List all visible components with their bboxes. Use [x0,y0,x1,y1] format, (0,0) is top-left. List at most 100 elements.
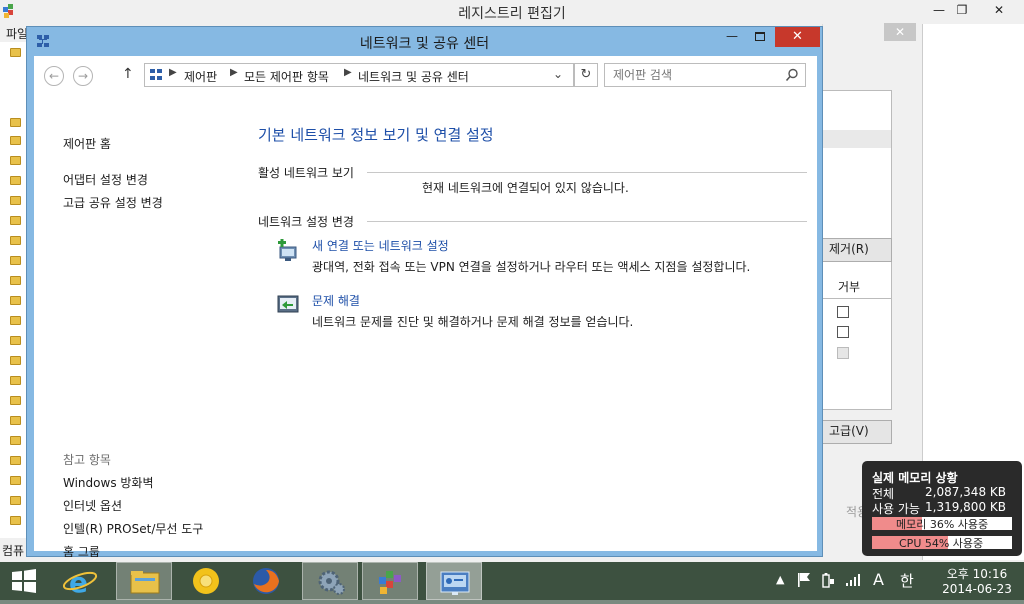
registry-title-bar: 레지스트리 편집기 — ❐ ✕ [0,0,1024,24]
search-box[interactable] [604,63,806,87]
clock-time[interactable]: 오후 10:16 [936,565,1018,582]
see-also-intel-proset[interactable]: 인텔(R) PROSet/무선 도구 [63,520,203,537]
new-connection-description: 광대역, 전화 접속 또는 VPN 연결을 설정하거나 라우터 또는 액세스 지… [312,260,751,274]
active-networks-heading: 활성 네트워크 보기 [258,166,354,180]
ime-hangul-indicator[interactable]: 한 [900,570,914,591]
tray-overflow-icon[interactable]: ▲ [776,573,784,586]
folder-icon [10,476,21,485]
taskbar-firefox[interactable] [238,562,294,600]
see-also-windows-firewall[interactable]: Windows 방화벽 [63,474,154,491]
not-connected-message: 현재 네트워크에 연결되어 있지 않습니다. [422,181,629,195]
registry-maximize-button[interactable]: ❐ [948,0,976,20]
control-panel-icon [149,68,163,82]
see-also-homegroup[interactable]: 홈 그룹 [63,543,100,560]
breadcrumb-separator-icon[interactable]: ▶ [230,67,238,78]
breadcrumb-separator-icon[interactable]: ▶ [344,67,352,78]
folder-icon [10,516,21,525]
remove-button[interactable]: 제거(R) [822,238,892,262]
advanced-button[interactable]: 고급(V) [822,420,892,444]
back-button[interactable]: ← [44,66,64,86]
deny-checkbox[interactable] [837,347,849,359]
address-dropdown-icon[interactable]: ⌄ [553,67,563,81]
new-connection-icon [276,239,302,263]
memory-total-value: 2,087,348 KB [925,485,1006,499]
registry-title: 레지스트리 편집기 [458,6,566,22]
start-button[interactable] [8,566,40,596]
network-restore-button[interactable] [755,32,765,41]
see-also-internet-options[interactable]: 인터넷 옵션 [63,497,122,514]
folder-icon [10,136,21,145]
folder-icon [10,236,21,245]
folder-icon [10,48,21,57]
troubleshoot-icon [276,293,302,317]
memory-usage-bar: 메모리 36% 사용중 [872,517,1012,531]
page-title: 기본 네트워크 정보 보기 및 연결 설정 [258,126,494,144]
folder-icon [10,316,21,325]
folder-icon [10,396,21,405]
folder-icon [10,118,21,127]
network-title-bar: 네트워크 및 공유 센터 — ☐ ✕ [27,27,822,55]
folder-icon [10,436,21,445]
deny-checkbox[interactable] [837,306,849,318]
power-icon[interactable] [820,571,836,589]
up-button[interactable]: ↑ [122,66,134,82]
forward-button[interactable]: → [73,66,93,86]
folder-icon [10,376,21,385]
taskbar-internet-explorer[interactable]: e [52,562,108,600]
dialog-close-button[interactable]: ✕ [884,23,916,41]
taskbar-chrome[interactable] [178,562,234,600]
folder-icon [10,176,21,185]
memory-available-label: 사용 가능 [872,502,920,516]
deny-checkbox[interactable] [837,326,849,338]
troubleshoot-description: 네트워크 문제를 진단 및 해결하거나 문제 해결 정보를 얻습니다. [312,315,634,329]
taskbar-file-explorer[interactable] [116,562,172,600]
deny-column-label: 거부 [838,280,861,294]
see-also-heading: 참고 항목 [63,453,111,467]
active-networks-divider [367,172,807,173]
network-close-button[interactable]: ✕ [775,27,820,47]
folder-icon [10,496,21,505]
search-icon[interactable] [785,68,799,82]
search-input[interactable] [611,67,776,83]
memory-available-value: 1,319,800 KB [925,500,1006,514]
folder-icon [10,456,21,465]
taskbar-settings[interactable] [302,562,358,600]
network-center-window: 네트워크 및 공유 센터 — ☐ ✕ ← → ↑ ▶ 제어판 ▶ 모든 제어판 … [26,26,823,559]
registry-tree[interactable] [0,42,28,538]
refresh-button[interactable]: ↻ [574,63,598,87]
folder-icon [10,336,21,345]
clock-date[interactable]: 2014-06-23 [936,582,1018,596]
breadcrumb-all-items[interactable]: 모든 제어판 항목 [244,68,329,85]
breadcrumb-network-center[interactable]: 네트워크 및 공유 센터 [358,68,469,85]
sidebar-control-panel-home[interactable]: 제어판 홈 [63,135,111,152]
folder-icon [10,196,21,205]
address-bar[interactable]: ▶ 제어판 ▶ 모든 제어판 항목 ▶ 네트워크 및 공유 센터 ⌄ [144,63,574,87]
sidebar-change-adapter-settings[interactable]: 어댑터 설정 변경 [63,171,148,188]
registry-close-button[interactable]: ✕ [978,0,1020,20]
network-content: ← → ↑ ▶ 제어판 ▶ 모든 제어판 항목 ▶ 네트워크 및 공유 센터 ⌄… [34,56,817,559]
taskbar-network-center[interactable] [426,562,482,600]
ime-mode-indicator[interactable]: A [873,570,884,589]
network-minimize-button[interactable]: — [717,29,747,43]
memory-usage-text: 메모리 36% 사용중 [896,518,989,531]
breadcrumb-control-panel[interactable]: 제어판 [184,68,217,85]
memory-gadget[interactable]: 실제 메모리 상황 전체 2,087,348 KB 사용 가능 1,319,80… [862,461,1022,556]
troubleshoot-link[interactable]: 문제 해결 [312,292,360,309]
folder-icon [10,296,21,305]
breadcrumb-separator-icon[interactable]: ▶ [169,67,177,78]
dialog-selected-row[interactable] [823,130,891,148]
cpu-usage-text: CPU 54% 사용중 [899,537,984,550]
taskbar-registry-editor[interactable] [362,562,418,600]
folder-icon [10,416,21,425]
folder-icon [10,216,21,225]
folder-icon [10,276,21,285]
network-signal-icon[interactable] [844,571,862,589]
change-settings-heading: 네트워크 설정 변경 [258,215,354,229]
network-window-title: 네트워크 및 공유 센터 [359,36,490,52]
system-tray: ▲ A 한 오후 10:16 2014-06-23 [770,562,1024,600]
change-settings-divider [367,221,807,222]
memory-gadget-title: 실제 메모리 상황 [872,471,958,485]
new-connection-link[interactable]: 새 연결 또는 네트워크 설정 [312,237,449,254]
sidebar-change-advanced-sharing[interactable]: 고급 공유 설정 변경 [63,194,163,211]
action-center-flag-icon[interactable] [796,571,812,589]
